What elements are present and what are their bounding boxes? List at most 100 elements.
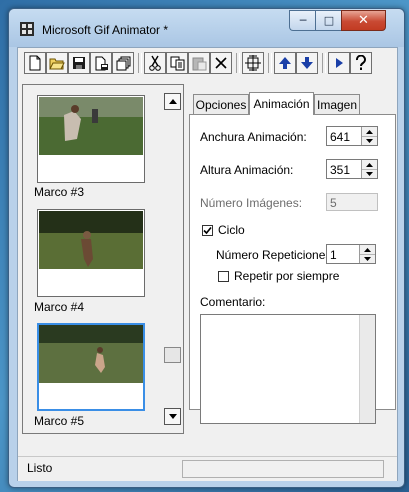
repeats-label: Número Repeticiones: — [216, 248, 335, 262]
preview-icon — [336, 58, 343, 68]
help-icon — [356, 55, 366, 70]
title-bar[interactable]: Microsoft Gif Animator * ─ □ ✕ — [9, 9, 404, 47]
height-label: Altura Animación: — [200, 163, 294, 177]
chevron-down-icon — [168, 414, 177, 419]
status-bar: Listo — [18, 456, 397, 481]
cut-button[interactable] — [144, 52, 166, 74]
images-count-value: 5 — [330, 196, 337, 210]
comment-textarea[interactable] — [200, 314, 376, 424]
frame-label-3: Marco #3 — [34, 185, 85, 199]
frame-label-5: Marco #5 — [34, 414, 85, 428]
height-value: 351 — [330, 163, 351, 177]
frames-list[interactable]: Marco #3 Marco #4 Marco #5 — [22, 84, 184, 434]
comment-scrollbar[interactable] — [359, 315, 375, 423]
move-up-icon — [279, 57, 291, 69]
new-button[interactable] — [24, 52, 46, 74]
status-panel — [182, 460, 384, 478]
paste-button[interactable] — [188, 52, 210, 74]
maximize-icon: □ — [323, 14, 335, 27]
minimize-button[interactable]: ─ — [289, 10, 316, 31]
width-spinner-arrows — [361, 127, 377, 145]
width-label: Anchura Animación: — [200, 130, 307, 144]
height-down-button[interactable] — [362, 169, 377, 178]
animation-tab-page: Anchura Animación: 641 Altura Animación:… — [189, 114, 396, 424]
move-down-icon — [301, 57, 313, 69]
frames-area: Marco #3 Marco #4 Marco #5 — [23, 85, 161, 433]
scroll-up-button[interactable] — [164, 93, 181, 110]
save-icon — [73, 57, 85, 69]
repeat-forever-label: Repetir por siempre — [234, 269, 340, 283]
chevron-up-icon — [168, 99, 177, 104]
minimize-icon: ─ — [299, 14, 307, 27]
frame-image — [39, 211, 143, 269]
close-button[interactable]: ✕ — [341, 10, 386, 31]
scroll-down-button[interactable] — [164, 408, 181, 425]
frame-thumbnail-5[interactable] — [37, 323, 145, 411]
app-window: Microsoft Gif Animator * ─ □ ✕ Marco #3 … — [8, 8, 405, 488]
close-icon: ✕ — [358, 13, 369, 28]
toolbar-separator — [268, 53, 272, 73]
frame-label-4: Marco #4 — [34, 300, 85, 314]
frame-thumbnail-3[interactable] — [37, 95, 145, 183]
repeats-spinner-arrows — [359, 245, 375, 263]
repeats-down-button[interactable] — [360, 254, 375, 263]
toolbar — [18, 48, 397, 80]
tab-opciones[interactable]: Opciones — [193, 94, 249, 114]
move-down-button[interactable] — [296, 52, 318, 74]
copy-button[interactable] — [166, 52, 188, 74]
spin-up-icon — [366, 129, 373, 134]
help-button[interactable] — [350, 52, 372, 74]
cut-icon — [149, 55, 161, 71]
app-icon — [20, 22, 34, 36]
frames-scrollbar[interactable] — [163, 85, 182, 433]
width-value: 641 — [330, 130, 351, 144]
images-count-field: 5 — [326, 193, 378, 211]
frame-thumbnail-4[interactable] — [37, 209, 145, 297]
images-label: Número Imágenes: — [200, 196, 303, 210]
spin-up-icon — [364, 247, 371, 252]
client-area: Marco #3 Marco #4 Marco #5 Opciones Anim… — [17, 47, 398, 481]
scroll-thumb[interactable] — [164, 347, 181, 363]
new-icon — [29, 55, 41, 71]
preview-button[interactable] — [328, 52, 350, 74]
status-text: Listo — [27, 461, 53, 475]
spin-down-icon — [364, 256, 371, 261]
spin-down-icon — [366, 138, 373, 143]
width-down-button[interactable] — [362, 136, 377, 145]
checkmark-icon — [203, 226, 212, 235]
paste-icon — [192, 57, 206, 70]
tab-animacion[interactable]: Animación — [249, 92, 314, 115]
spin-down-icon — [366, 171, 373, 176]
width-spinner[interactable]: 641 — [326, 126, 378, 146]
move-up-button[interactable] — [274, 52, 296, 74]
toolbar-separator — [138, 53, 142, 73]
repeat-forever-checkbox[interactable] — [218, 271, 229, 282]
maximize-button[interactable]: □ — [315, 10, 342, 31]
open-icon — [49, 58, 65, 70]
height-spinner[interactable]: 351 — [326, 159, 378, 179]
frame-image — [39, 325, 143, 383]
save-as-button[interactable] — [90, 52, 112, 74]
spin-up-icon — [366, 162, 373, 167]
height-spinner-arrows — [361, 160, 377, 178]
frame-image — [39, 97, 143, 155]
properties-panel: Opciones Animación Imagen Anchura Animac… — [189, 92, 396, 424]
properties-icon — [116, 56, 130, 70]
insert-frame-button[interactable] — [242, 52, 264, 74]
properties-button[interactable] — [112, 52, 134, 74]
toolbar-separator — [236, 53, 240, 73]
repeats-spinner[interactable]: 1 — [326, 244, 376, 264]
copy-icon — [170, 56, 184, 70]
repeats-value: 1 — [330, 248, 337, 262]
save-button[interactable] — [68, 52, 90, 74]
toolbar-separator — [322, 53, 326, 73]
open-button[interactable] — [46, 52, 68, 74]
delete-icon — [215, 57, 227, 69]
comment-label: Comentario: — [200, 295, 266, 309]
loop-label: Ciclo — [218, 223, 245, 237]
save-as-icon — [95, 56, 108, 70]
delete-button[interactable] — [210, 52, 232, 74]
tab-imagen[interactable]: Imagen — [314, 94, 360, 114]
insert-frame-icon — [245, 55, 261, 71]
loop-checkbox[interactable] — [202, 225, 213, 236]
